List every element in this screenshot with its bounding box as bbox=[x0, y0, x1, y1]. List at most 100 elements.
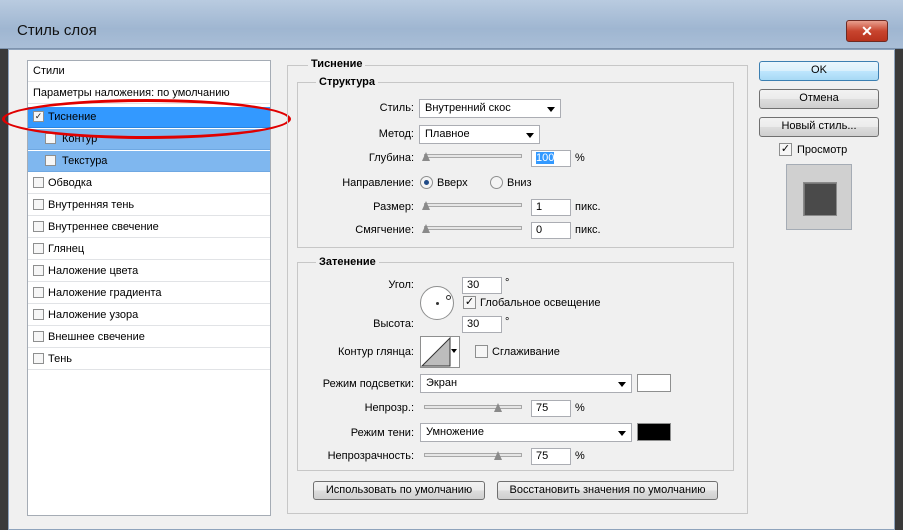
style-item-label: Обводка bbox=[48, 177, 93, 189]
altitude-label: Высота: bbox=[373, 318, 414, 330]
chevron-down-icon bbox=[526, 133, 534, 138]
soften-unit: пикс. bbox=[575, 224, 601, 236]
angle-dial[interactable] bbox=[420, 286, 454, 320]
style-item-inner-shadow[interactable]: Внутренняя тень bbox=[28, 195, 270, 216]
style-checkbox[interactable] bbox=[33, 243, 44, 254]
size-label: Размер: bbox=[373, 201, 414, 213]
bevel-style-select[interactable]: Внутренний скос bbox=[419, 99, 561, 118]
depth-slider[interactable] bbox=[421, 152, 522, 162]
chevron-down-icon bbox=[618, 382, 626, 387]
slider-thumb[interactable] bbox=[421, 152, 431, 162]
direction-down-label[interactable]: Вниз bbox=[507, 177, 532, 189]
slider-thumb[interactable] bbox=[421, 224, 431, 234]
style-item-drop-shadow[interactable]: Тень bbox=[28, 349, 270, 370]
new-style-button[interactable]: Новый стиль... bbox=[759, 117, 879, 137]
technique-label: Метод: bbox=[378, 128, 414, 140]
style-item-label: Тень bbox=[48, 353, 73, 365]
style-checkbox[interactable] bbox=[33, 309, 44, 320]
shadow-opacity-slider[interactable] bbox=[424, 451, 522, 461]
reset-default-button[interactable]: Восстановить значения по умолчанию bbox=[497, 481, 718, 500]
size-unit: пикс. bbox=[575, 201, 601, 213]
highlight-opacity-input[interactable]: 75 bbox=[531, 400, 571, 417]
style-item-label: Внешнее свечение bbox=[48, 331, 145, 343]
slider-thumb[interactable] bbox=[421, 201, 431, 211]
style-item-color-overlay[interactable]: Наложение цвета bbox=[28, 261, 270, 282]
global-light-label[interactable]: Глобальное освещение bbox=[480, 297, 601, 309]
shadow-opacity-input[interactable]: 75 bbox=[531, 448, 571, 465]
soften-slider[interactable] bbox=[421, 224, 522, 234]
shadow-opacity-label: Непрозрачность: bbox=[327, 450, 414, 462]
slider-track bbox=[424, 405, 522, 409]
highlight-annotation-ellipse bbox=[2, 99, 291, 139]
antialias-checkbox[interactable] bbox=[475, 345, 488, 358]
angle-input[interactable]: 30 bbox=[462, 277, 502, 294]
shadow-color-swatch[interactable] bbox=[637, 423, 671, 441]
global-light-checkbox[interactable]: ✓ bbox=[463, 296, 476, 309]
style-checkbox[interactable] bbox=[45, 155, 56, 166]
close-button[interactable]: ✕ bbox=[846, 20, 888, 42]
chevron-down-icon bbox=[451, 349, 457, 353]
style-item-label: Глянец bbox=[48, 243, 85, 255]
slider-track bbox=[424, 203, 522, 207]
altitude-input[interactable]: 30 bbox=[462, 316, 502, 333]
style-item-label: Наложение цвета bbox=[48, 265, 139, 277]
shadow-opacity-unit: % bbox=[575, 450, 585, 462]
shadow-mode-value: Умножение bbox=[426, 426, 484, 438]
soften-input[interactable]: 0 bbox=[531, 222, 571, 239]
antialias-label[interactable]: Сглаживание bbox=[492, 346, 560, 358]
size-input[interactable]: 1 bbox=[531, 199, 571, 216]
preview-checkbox[interactable]: ✓ bbox=[779, 143, 792, 156]
direction-down-radio[interactable] bbox=[490, 176, 503, 189]
styles-header[interactable]: Стили bbox=[28, 61, 270, 82]
style-item-outer-glow[interactable]: Внешнее свечение bbox=[28, 327, 270, 348]
contour-curve-icon bbox=[421, 337, 451, 367]
bevel-section-title: Тиснение bbox=[308, 58, 366, 70]
style-checkbox[interactable] bbox=[33, 221, 44, 232]
shadow-mode-select[interactable]: Умножение bbox=[420, 423, 632, 442]
style-checkbox[interactable] bbox=[33, 331, 44, 342]
highlight-mode-select[interactable]: Экран bbox=[420, 374, 632, 393]
slider-thumb[interactable] bbox=[493, 451, 503, 461]
bevel-style-value: Внутренний скос bbox=[425, 102, 511, 114]
angle-degree: ° bbox=[505, 277, 510, 289]
gloss-contour-label: Контур глянца: bbox=[337, 346, 414, 358]
preview-swatch bbox=[803, 182, 837, 216]
depth-label: Глубина: bbox=[368, 152, 414, 164]
chevron-down-icon bbox=[618, 431, 626, 436]
style-item-pattern-overlay[interactable]: Наложение узора bbox=[28, 305, 270, 326]
title-bar[interactable]: Стиль слоя ✕ bbox=[0, 0, 903, 49]
gloss-contour-picker[interactable] bbox=[420, 336, 460, 368]
style-checkbox[interactable] bbox=[33, 199, 44, 210]
size-slider[interactable] bbox=[421, 201, 522, 211]
direction-up-radio[interactable] bbox=[420, 176, 433, 189]
highlight-mode-label: Режим подсветки: bbox=[322, 378, 414, 390]
technique-select[interactable]: Плавное bbox=[419, 125, 540, 144]
style-checkbox[interactable] bbox=[33, 353, 44, 364]
style-checkbox[interactable] bbox=[33, 265, 44, 276]
highlight-opacity-slider[interactable] bbox=[424, 403, 522, 413]
shadow-mode-label: Режим тени: bbox=[350, 427, 414, 439]
style-item-stroke[interactable]: Обводка bbox=[28, 173, 270, 194]
slider-thumb[interactable] bbox=[493, 403, 503, 413]
style-item-inner-glow[interactable]: Внутреннее свечение bbox=[28, 217, 270, 238]
technique-value: Плавное bbox=[425, 128, 470, 140]
style-checkbox[interactable] bbox=[33, 287, 44, 298]
highlight-opacity-unit: % bbox=[575, 402, 585, 414]
soften-label: Смягчение: bbox=[355, 224, 414, 236]
style-item-gradient-overlay[interactable]: Наложение градиента bbox=[28, 283, 270, 304]
layer-style-dialog: Стиль слоя ✕ Стили Параметры наложения: … bbox=[0, 0, 903, 530]
make-default-button[interactable]: Использовать по умолчанию bbox=[313, 481, 485, 500]
depth-input[interactable]: 100 bbox=[531, 150, 571, 167]
highlight-color-swatch[interactable] bbox=[637, 374, 671, 392]
style-item-texture[interactable]: Текстура bbox=[28, 151, 270, 172]
window-title: Стиль слоя bbox=[17, 22, 97, 39]
depth-value: 100 bbox=[536, 152, 555, 164]
style-item-satin[interactable]: Глянец bbox=[28, 239, 270, 260]
preview-label[interactable]: Просмотр bbox=[797, 144, 847, 156]
styles-header-label: Стили bbox=[33, 65, 65, 77]
style-checkbox[interactable] bbox=[33, 177, 44, 188]
style-checkbox[interactable] bbox=[45, 133, 56, 144]
direction-up-label[interactable]: Вверх bbox=[437, 177, 468, 189]
ok-button[interactable]: OK bbox=[759, 61, 879, 81]
cancel-button[interactable]: Отмена bbox=[759, 89, 879, 109]
